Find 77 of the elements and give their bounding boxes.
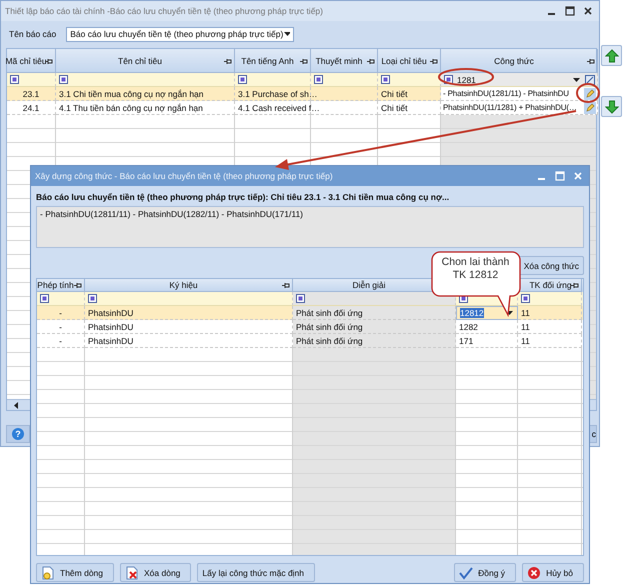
edit-icon[interactable]: [584, 88, 596, 100]
maximize-icon[interactable]: [565, 6, 575, 16]
table-cell: Phát sinh đối ứng: [296, 336, 363, 346]
cancel-icon: [527, 566, 542, 580]
move-up-button[interactable]: [601, 45, 622, 66]
table-cell: - PhatsinhDU(1281/11) - PhatsinhDU: [443, 89, 569, 98]
filter-icon[interactable]: [40, 294, 49, 303]
filter-icon[interactable]: [296, 294, 305, 303]
pin-icon[interactable]: [44, 58, 53, 64]
table-cell: 11: [521, 322, 530, 332]
pin-icon[interactable]: [586, 58, 595, 64]
report-label: Tên báo cáo: [9, 29, 56, 39]
check-icon: [459, 566, 474, 580]
scroll-left-icon[interactable]: [13, 402, 19, 408]
pin-icon[interactable]: [73, 282, 82, 289]
table-cell: 171: [459, 336, 474, 346]
table-cell: PhatsinhDU(11/1281) + PhatsinhDU(…: [443, 103, 577, 112]
dialog-button[interactable]: Đồng ý: [454, 563, 516, 582]
dialog-button[interactable]: Hủy bỏ: [522, 563, 584, 582]
table-cell: 3.1 Chi tiền mua công cụ nợ ngắn hạn: [59, 88, 204, 98]
table-cell: -: [59, 336, 62, 346]
callout-text: Chon lai thành TK 12812: [440, 256, 510, 282]
report-dropdown[interactable]: Báo cáo lưu chuyển tiền tệ (theo phương pháp trực tiếp): [66, 26, 294, 42]
table-cell: PhatsinhDU: [88, 322, 134, 332]
dialog-button[interactable]: Xóa dòng: [120, 563, 192, 582]
filter-icon[interactable]: [59, 75, 68, 84]
formula-text-area[interactable]: - PhatsinhDU(12811/11) - PhatsinhDU(1282/11) - PhatsinhDU(171/11): [36, 206, 584, 248]
filter-icon[interactable]: [10, 75, 19, 84]
filter-icon[interactable]: [521, 294, 530, 303]
table-row[interactable]: 23.1 3.1 Chi tiền mua công cụ nợ ngắn hạn 3.1 Purchase of sh… Chi tiết - PhatsinhDU(1281/11) - PhatsinhDU: [7, 87, 596, 101]
table-cell: 4.1 Cash received f…: [238, 102, 320, 112]
table-cell: -: [59, 308, 62, 318]
clear-filter-icon[interactable]: [585, 74, 595, 84]
table-cell: 4.1 Thu tiền bán công cụ nợ ngắn hạn: [59, 102, 203, 112]
dialog-button[interactable]: Thêm dòng: [36, 563, 114, 582]
add-row-icon: [41, 566, 55, 580]
table-row[interactable]: - PhatsinhDU Phát sinh đối ứng 1282 11: [37, 320, 583, 334]
close-icon[interactable]: [583, 6, 593, 16]
table-cell: Phát sinh đối ứng: [296, 322, 363, 332]
highlight-ellipse: [576, 83, 600, 103]
window-title: Thiết lập báo cáo tài chính -Báo cáo lưu chuyển tiền tệ (theo phương pháp trực tiếp): [5, 6, 323, 16]
table-cell: 3.1 Purchase of sh…: [238, 88, 318, 98]
table-cell: Chi tiết: [381, 88, 408, 98]
pin-icon[interactable]: [366, 58, 375, 64]
pin-icon[interactable]: [570, 282, 579, 289]
formula-heading: Báo cáo lưu chuyển tiền tệ (theo phương pháp trực tiếp): Chỉ tiêu 23.1 - 3.1 Chi tiền mua công cụ nợ...: [36, 192, 450, 204]
pin-icon[interactable]: [223, 58, 232, 64]
table-cell: 11: [521, 308, 530, 318]
dialog-button[interactable]: Lấy lại công thức mặc định: [197, 563, 316, 582]
filter-icon[interactable]: [381, 75, 390, 84]
filter-icon[interactable]: [88, 294, 97, 303]
table-cell: Chi tiết: [381, 102, 408, 112]
help-button[interactable]: ?: [6, 425, 30, 443]
delete-row-icon: [125, 566, 139, 580]
table-cell: PhatsinhDU: [88, 336, 134, 346]
edit-icon[interactable]: [584, 102, 596, 114]
caret-icon[interactable]: [572, 76, 581, 82]
table-cell: Phát sinh đối ứng: [296, 308, 363, 318]
table-row[interactable]: - PhatsinhDU Phát sinh đối ứng 12812 11: [37, 306, 583, 320]
filter-icon[interactable]: [314, 75, 323, 84]
account-dropdown[interactable]: 12812: [456, 306, 518, 320]
filter-icon[interactable]: [238, 75, 247, 84]
highlight-ellipse: [438, 68, 494, 86]
caret-icon: [283, 31, 290, 37]
table-cell: 1282: [459, 322, 478, 332]
pin-icon[interactable]: [429, 58, 438, 64]
dialog-title: Xây dựng công thức - Báo cáo lưu chuyển tiền tệ (theo phương pháp trực tiếp): [35, 171, 333, 181]
down-arrow-icon: [604, 100, 618, 114]
table-cell: PhatsinhDU: [88, 308, 134, 318]
table-cell: 24.1: [22, 102, 40, 112]
up-arrow-icon: [604, 48, 618, 62]
move-down-button[interactable]: [601, 96, 622, 117]
table-cell: -: [59, 322, 62, 332]
table-cell: 23.1: [22, 88, 40, 98]
pin-icon[interactable]: [299, 58, 308, 64]
table-cell: 11: [521, 336, 530, 346]
pin-icon[interactable]: [281, 282, 290, 289]
